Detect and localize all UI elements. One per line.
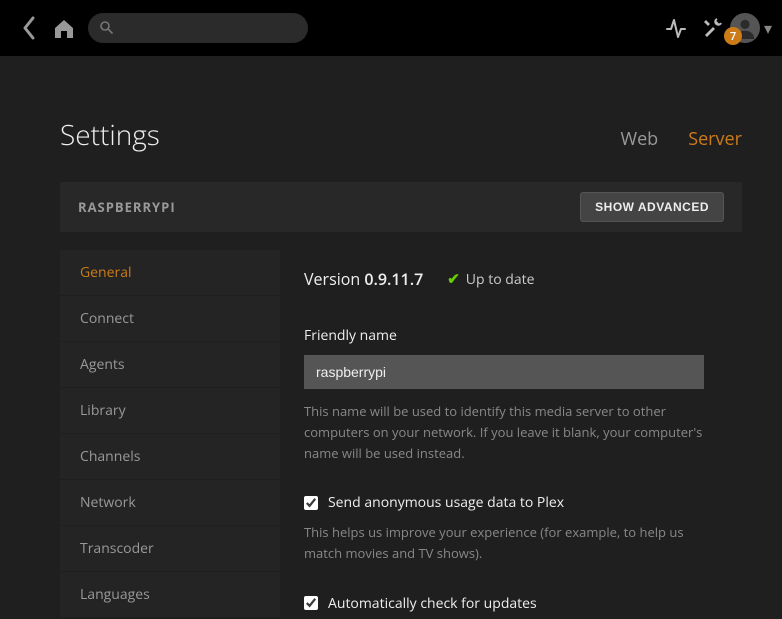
sidebar-item-general[interactable]: General [60, 250, 280, 296]
tools-icon [701, 17, 723, 39]
auto-update-label[interactable]: Automatically check for updates [328, 594, 537, 613]
settings-sidebar: General Connect Agents Library Channels … [60, 250, 280, 618]
update-status-label: Up to date [466, 270, 535, 289]
update-status: ✔ Up to date [447, 269, 534, 289]
user-menu[interactable]: 7 ▾ [730, 13, 772, 43]
version-text: Version 0.9.11.7 [304, 268, 423, 290]
version-prefix: Version [304, 268, 364, 290]
caret-down-icon: ▾ [764, 17, 772, 39]
friendly-name-input[interactable] [304, 355, 704, 389]
friendly-name-help: This name will be used to identify this … [304, 401, 724, 463]
check-icon: ✔ [447, 269, 460, 289]
usage-data-help: This helps us improve your experience (f… [304, 522, 724, 564]
sidebar-item-connect[interactable]: Connect [60, 296, 280, 342]
back-button[interactable] [10, 10, 46, 46]
show-advanced-button[interactable]: SHOW ADVANCED [580, 192, 724, 222]
sidebar-item-languages[interactable]: Languages [60, 572, 280, 618]
home-button[interactable] [46, 10, 82, 46]
home-icon [52, 17, 76, 39]
auto-update-checkbox[interactable] [304, 596, 318, 610]
notification-badge: 7 [724, 27, 742, 45]
tab-web[interactable]: Web [620, 127, 658, 151]
version-number: 0.9.11.7 [364, 268, 423, 290]
chevron-left-icon [21, 16, 35, 40]
friendly-name-label: Friendly name [304, 326, 742, 345]
server-name: RASPBERRYPI [78, 198, 176, 216]
sidebar-item-channels[interactable]: Channels [60, 434, 280, 480]
server-bar: RASPBERRYPI SHOW ADVANCED [60, 182, 742, 232]
search-input[interactable] [88, 13, 308, 43]
activity-icon [665, 17, 687, 39]
usage-data-label[interactable]: Send anonymous usage data to Plex [328, 493, 564, 512]
sidebar-item-network[interactable]: Network [60, 480, 280, 526]
activity-button[interactable] [658, 10, 694, 46]
sidebar-item-agents[interactable]: Agents [60, 342, 280, 388]
page-title: Settings [60, 116, 160, 154]
usage-data-checkbox[interactable] [304, 496, 318, 510]
tab-server[interactable]: Server [688, 127, 742, 151]
sidebar-item-transcoder[interactable]: Transcoder [60, 526, 280, 572]
sidebar-item-library[interactable]: Library [60, 388, 280, 434]
